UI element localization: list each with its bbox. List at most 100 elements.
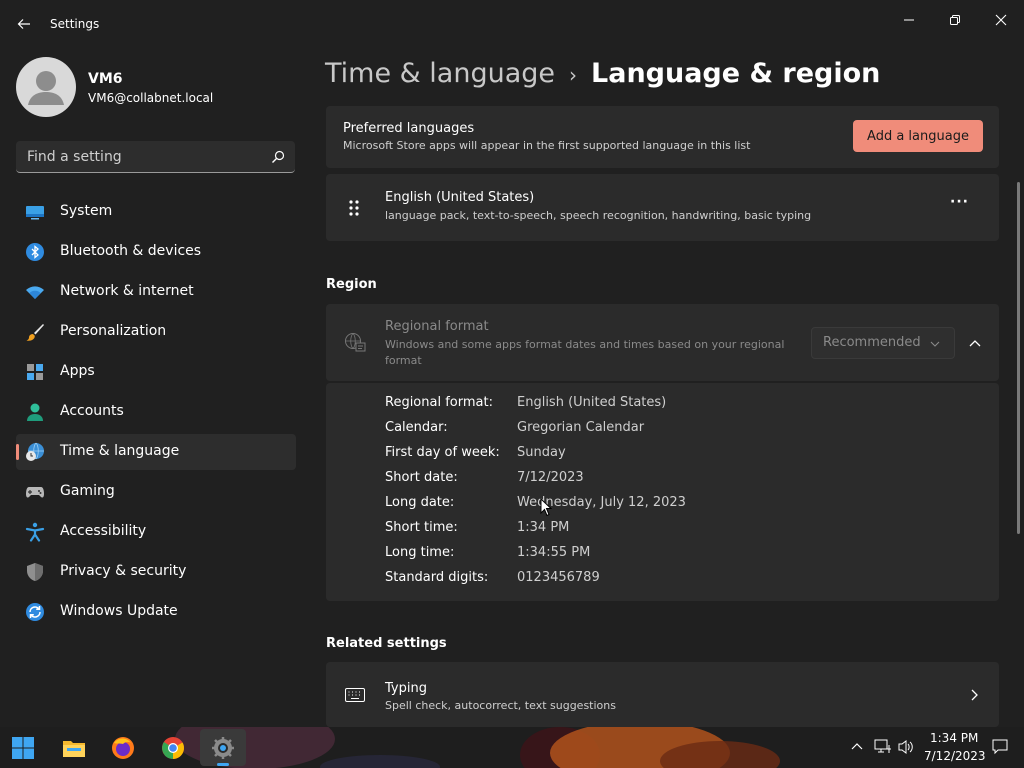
detail-label: Short date: xyxy=(385,470,458,485)
detail-label: Regional format: xyxy=(385,395,493,410)
sidebar-item-accounts[interactable]: Accounts xyxy=(16,394,296,430)
keyboard-icon xyxy=(345,688,365,702)
back-button[interactable] xyxy=(12,12,36,36)
title-bar: Settings xyxy=(0,0,1024,48)
sidebar-item-label: Accounts xyxy=(60,403,124,419)
sidebar-item-label: Accessibility xyxy=(60,523,147,539)
firefox-icon xyxy=(112,737,134,759)
language-name: English (United States) xyxy=(385,190,535,205)
region-heading: Region xyxy=(326,277,377,292)
sidebar-item-label: Bluetooth & devices xyxy=(60,243,202,259)
typing-settings-row[interactable]: Typing Spell check, autocorrect, text su… xyxy=(326,662,999,727)
scrollbar[interactable] xyxy=(1017,182,1020,534)
sidebar-item-bluetooth[interactable]: Bluetooth & devices xyxy=(16,234,296,270)
add-language-button[interactable]: Add a language xyxy=(853,120,983,152)
accessibility-icon xyxy=(25,522,45,542)
detail-value: Gregorian Calendar xyxy=(517,420,645,435)
typing-description: Spell check, autocorrect, text suggestio… xyxy=(385,699,616,712)
chevron-down-icon xyxy=(930,341,940,347)
sidebar-item-network[interactable]: Network & internet xyxy=(16,274,296,310)
active-indicator xyxy=(16,444,19,460)
search-box[interactable]: Find a setting xyxy=(16,141,295,173)
bluetooth-icon xyxy=(26,243,44,261)
regional-format-details xyxy=(326,383,999,601)
typing-title: Typing xyxy=(385,681,427,696)
collapse-button[interactable] xyxy=(962,332,988,354)
sidebar-item-label: Time & language xyxy=(60,443,180,459)
start-button[interactable] xyxy=(10,735,36,761)
restore-icon xyxy=(950,15,960,25)
detail-label: Long time: xyxy=(385,545,455,560)
regional-format-icon xyxy=(345,333,366,352)
detail-value: Sunday xyxy=(517,445,566,460)
sidebar-item-label: Network & internet xyxy=(60,283,194,299)
sidebar-item-system[interactable]: System xyxy=(16,194,296,230)
monitor-icon xyxy=(26,206,44,220)
detail-value: 1:34 PM xyxy=(517,520,570,535)
minimize-button[interactable] xyxy=(886,4,932,36)
clock-date[interactable]: 7/12/2023 xyxy=(924,749,986,763)
sidebar-item-apps[interactable]: Apps xyxy=(16,354,296,390)
sidebar-item-label: Personalization xyxy=(60,323,167,339)
sidebar-item-personalization[interactable]: Personalization xyxy=(16,314,296,350)
network-tray-icon[interactable] xyxy=(874,739,892,755)
preferred-languages-description: Microsoft Store apps will appear in the … xyxy=(343,139,751,152)
taskbar: 1:34 PM 7/12/2023 xyxy=(0,727,1024,768)
sidebar-item-accessibility[interactable]: Accessibility xyxy=(16,514,296,550)
chevron-right-icon xyxy=(971,689,978,701)
sidebar-item-gaming[interactable]: Gaming xyxy=(16,474,296,510)
chrome-icon xyxy=(162,737,184,759)
sidebar-item-windows-update[interactable]: Windows Update xyxy=(16,594,296,630)
wallpaper-strip xyxy=(0,727,1024,768)
running-indicator xyxy=(217,763,229,766)
sidebar-item-time-language[interactable]: Time & language xyxy=(16,434,296,470)
regional-format-description: Windows and some apps format dates and t… xyxy=(385,338,785,351)
account-icon xyxy=(27,403,43,421)
detail-label: First day of week: xyxy=(385,445,500,460)
sidebar-item-privacy[interactable]: Privacy & security xyxy=(16,554,296,590)
preferred-languages-title: Preferred languages xyxy=(343,121,475,136)
regional-format-dropdown[interactable]: Recommended xyxy=(811,327,955,359)
update-icon xyxy=(26,603,44,621)
start-icon xyxy=(12,737,34,759)
user-name: VM6 xyxy=(88,71,123,87)
restore-button[interactable] xyxy=(932,4,978,36)
taskbar-firefox[interactable] xyxy=(110,735,136,761)
sidebar-item-label: Windows Update xyxy=(60,603,178,619)
breadcrumb: Time & language › Language & region xyxy=(325,58,880,89)
more-options-button[interactable]: ··· xyxy=(950,194,969,210)
gamepad-icon xyxy=(26,487,44,498)
dropdown-value: Recommended xyxy=(823,335,921,350)
chevron-up-icon[interactable] xyxy=(851,742,863,750)
volume-icon[interactable] xyxy=(898,739,914,755)
language-row[interactable]: English (United States) language pack, t… xyxy=(326,174,999,241)
clock-time[interactable]: 1:34 PM xyxy=(930,731,978,745)
shield-icon xyxy=(27,563,43,581)
app-title: Settings xyxy=(50,17,100,31)
close-button[interactable] xyxy=(978,4,1024,36)
detail-value: English (United States) xyxy=(517,395,667,410)
search-input[interactable]: Find a setting xyxy=(27,149,122,165)
file-explorer-icon xyxy=(63,741,85,757)
search-icon[interactable] xyxy=(271,150,285,164)
regional-format-description-cont: format xyxy=(385,354,422,367)
taskbar-chrome[interactable] xyxy=(160,735,186,761)
sidebar-item-label: Gaming xyxy=(60,483,115,499)
breadcrumb-parent[interactable]: Time & language xyxy=(325,58,555,89)
wifi-icon xyxy=(26,286,44,299)
detail-label: Long date: xyxy=(385,495,455,510)
detail-label: Standard digits: xyxy=(385,570,489,585)
page-title: Language & region xyxy=(591,58,881,89)
drag-handle-icon[interactable] xyxy=(348,199,360,217)
user-email: VM6@collabnet.local xyxy=(88,91,214,105)
clock-globe-icon xyxy=(26,442,44,461)
apps-icon xyxy=(27,364,43,380)
notification-icon[interactable] xyxy=(992,739,1008,755)
sidebar-item-label: System xyxy=(60,203,113,219)
taskbar-settings[interactable] xyxy=(200,729,246,766)
taskbar-file-explorer[interactable] xyxy=(61,735,87,761)
detail-label: Short time: xyxy=(385,520,458,535)
related-settings-heading: Related settings xyxy=(326,636,447,651)
sidebar-item-label: Privacy & security xyxy=(60,563,187,579)
avatar[interactable] xyxy=(16,57,76,117)
